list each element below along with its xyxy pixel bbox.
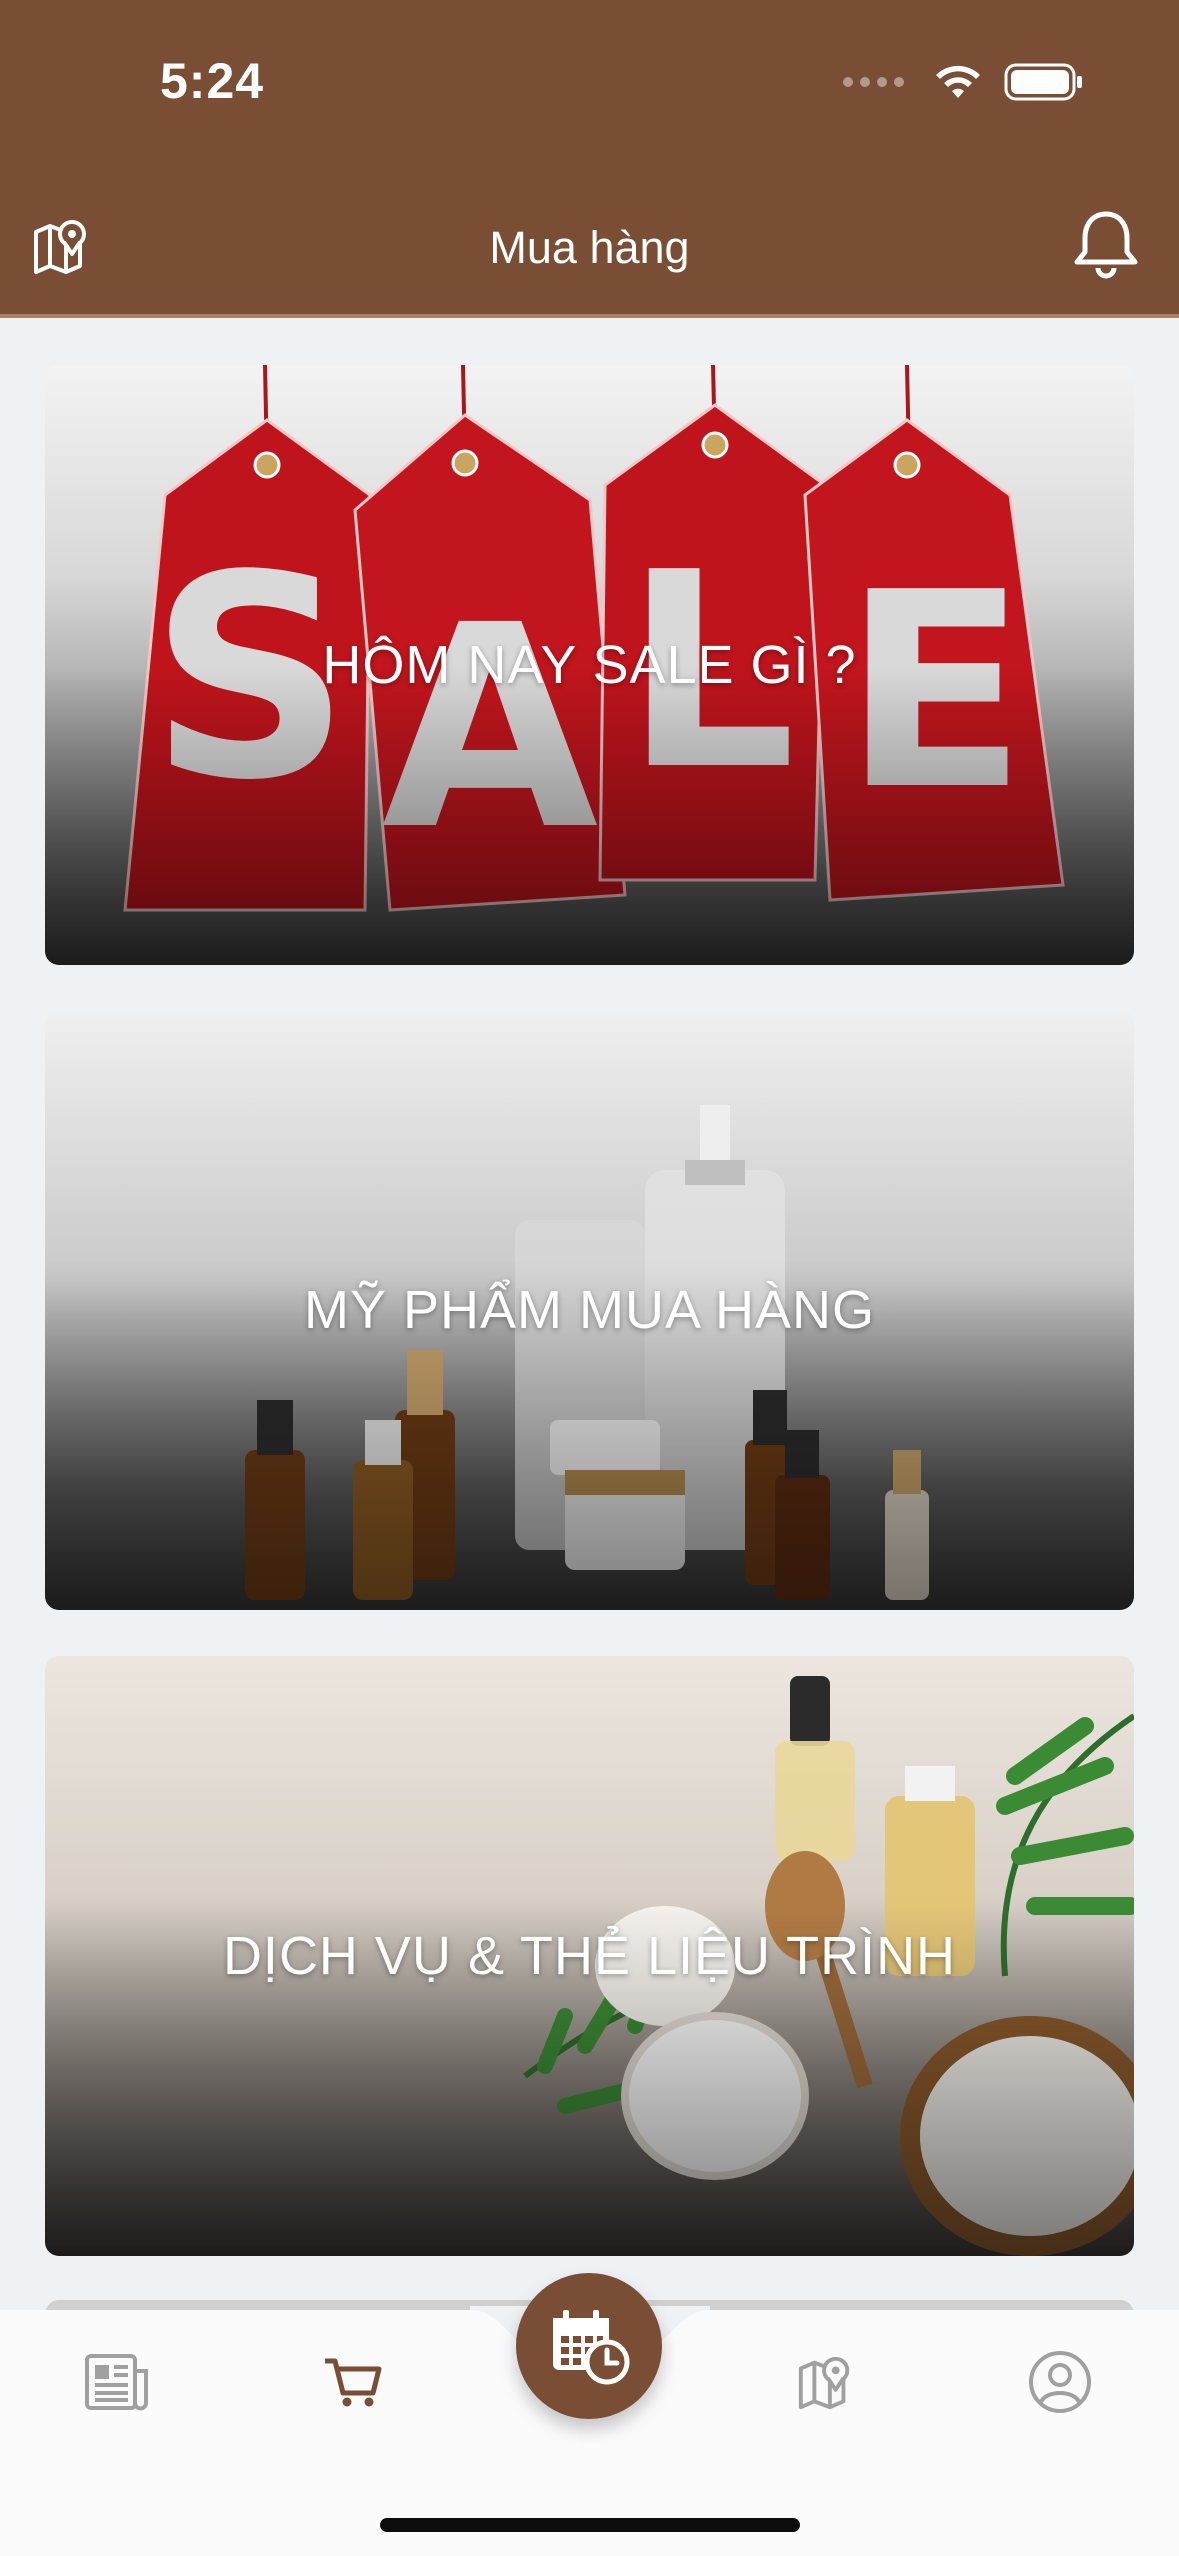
nav-profile[interactable] — [1020, 2342, 1100, 2422]
cosmetics-card[interactable]: MỸ PHẨM MUA HÀNG — [45, 1010, 1134, 1610]
nav-cart[interactable] — [313, 2342, 393, 2422]
home-indicator — [380, 2518, 800, 2532]
app-header: 5:24 Mua hàng — [0, 0, 1179, 318]
sale-card-label: HÔM NAY SALE GÌ ? — [322, 635, 857, 695]
battery-icon — [1004, 63, 1082, 101]
status-icons — [843, 62, 1084, 102]
nav-news[interactable] — [77, 2342, 157, 2422]
cellular-signal-icon — [843, 77, 904, 87]
nav-map[interactable] — [786, 2342, 866, 2422]
profile-icon — [1029, 2351, 1091, 2413]
status-time: 5:24 — [160, 53, 265, 109]
bell-icon[interactable] — [1071, 208, 1141, 280]
cosmetics-card-label: MỸ PHẨM MUA HÀNG — [303, 1280, 876, 1340]
booking-button[interactable] — [516, 2273, 662, 2419]
services-card[interactable]: DỊCH VỤ & THẺ LIỆU TRÌNH — [45, 1656, 1134, 2256]
calendar-clock-icon — [553, 2310, 630, 2385]
sale-card[interactable]: S A L E HÔM NAY SALE GÌ ? — [45, 365, 1134, 965]
page-title: Mua hàng — [489, 222, 690, 273]
cart-icon — [325, 2358, 382, 2407]
map-icon — [798, 2356, 850, 2410]
wifi-icon — [936, 65, 980, 98]
services-card-label: DỊCH VỤ & THẺ LIỆU TRÌNH — [222, 1926, 957, 1986]
news-icon — [85, 2354, 148, 2411]
